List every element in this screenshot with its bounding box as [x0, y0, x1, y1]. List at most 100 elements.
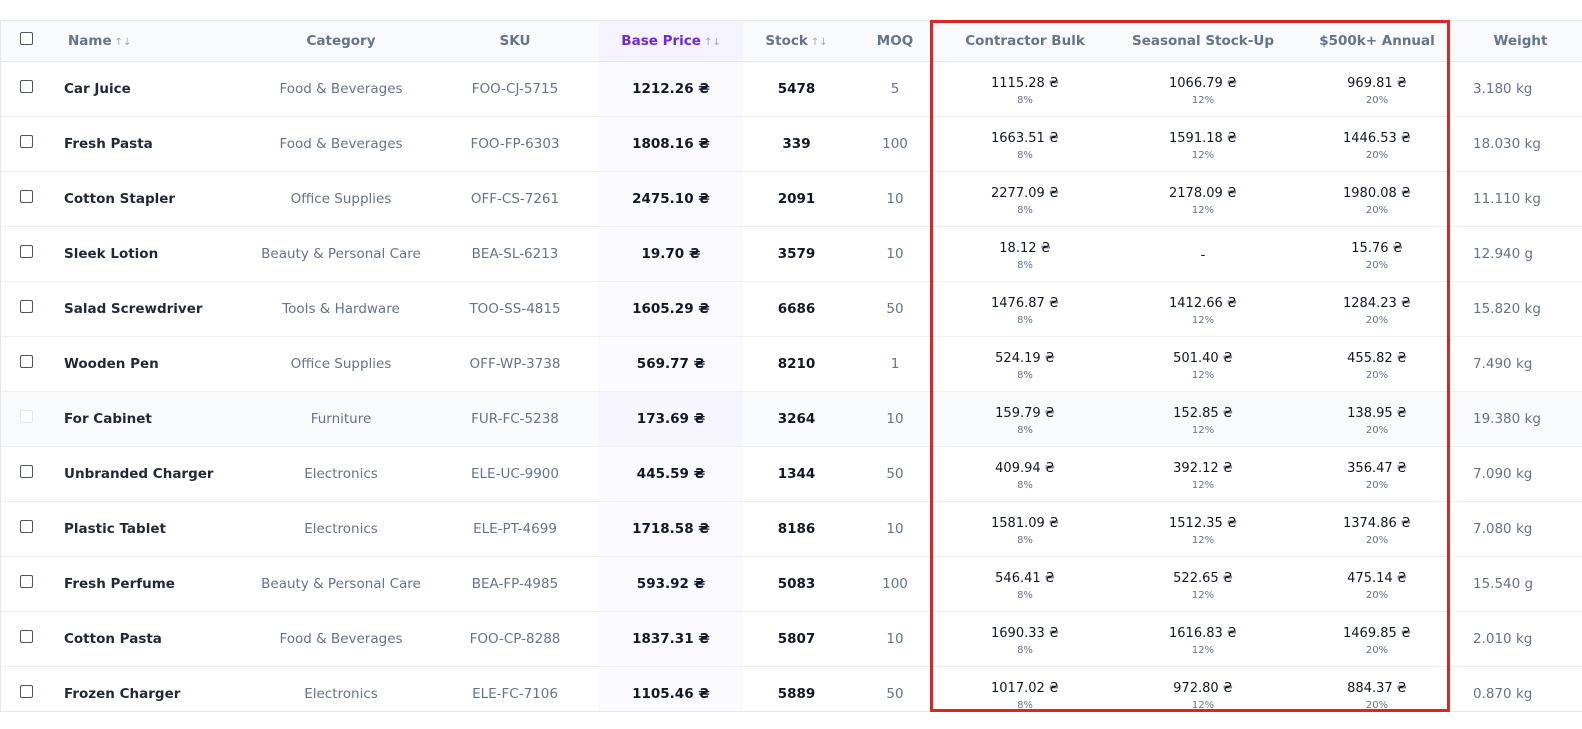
contractor-bulk-discount: 8%	[1017, 205, 1033, 216]
stock-column-header[interactable]: Stock ↑↓	[743, 21, 850, 62]
product-sku: BEA-FP-4985	[431, 556, 599, 612]
base-price: 1808.16 ₴	[599, 116, 743, 172]
row-checkbox[interactable]	[19, 134, 33, 148]
table-row[interactable]: Car Juice Food & Beverages FOO-CJ-5715 1212…	[1, 61, 1582, 117]
product-name: Unbranded Charger	[51, 446, 251, 502]
row-checkbox[interactable]	[19, 519, 33, 533]
stock-count: 5478	[743, 61, 850, 117]
moq-header-label: MOQ	[876, 33, 914, 49]
contractor-bulk-discount: 8%	[1017, 370, 1033, 381]
product-sku: TOO-SS-4815	[431, 281, 599, 337]
base-price-column-header[interactable]: Base Price ↑↓	[599, 21, 743, 62]
seasonal-stock-up-price: 1591.18 ₴	[1169, 131, 1237, 146]
row-checkbox[interactable]	[19, 189, 33, 203]
base-price: 569.77 ₴	[599, 336, 743, 392]
table-row[interactable]: Frozen Charger Electronics ELE-FC-7106 1105…	[1, 666, 1582, 711]
annual-500k-price: 969.81 ₴	[1347, 76, 1407, 91]
contractor-bulk-price: 18.12 ₴	[999, 241, 1051, 256]
product-weight: 7.490 kg	[1458, 336, 1582, 392]
product-weight: 7.080 kg	[1458, 501, 1582, 557]
row-checkbox[interactable]	[19, 629, 33, 643]
seasonal-stock-up-cell: 972.80 ₴ 12%	[1110, 666, 1296, 711]
row-checkbox[interactable]	[19, 354, 33, 368]
stock-count: 8186	[743, 501, 850, 557]
table-row[interactable]: Sleek Lotion Beauty & Personal Care BEA-SL…	[1, 226, 1582, 282]
contractor-bulk-price: 1690.33 ₴	[991, 626, 1059, 641]
annual-500k-price: 455.82 ₴	[1347, 351, 1407, 366]
product-name: Fresh Perfume	[51, 556, 251, 612]
seasonal-stock-up-cell: 1066.79 ₴ 12%	[1110, 61, 1296, 117]
weight-header-label: Weight	[1493, 33, 1548, 49]
annual-500k-price: 1284.23 ₴	[1343, 296, 1411, 311]
product-name: Cotton Pasta	[51, 611, 251, 667]
product-category: Beauty & Personal Care	[251, 556, 431, 612]
row-checkbox[interactable]	[19, 574, 33, 588]
stock-count: 6686	[743, 281, 850, 337]
sort-icon[interactable]: ↑↓	[811, 37, 828, 48]
seasonal-stock-up-price: 501.40 ₴	[1173, 351, 1233, 366]
seasonal-stock-up-discount: 12%	[1191, 425, 1215, 436]
name-header-label: Name	[68, 33, 112, 49]
seasonal-stock-up-price: 1412.66 ₴	[1169, 296, 1237, 311]
row-checkbox[interactable]	[19, 299, 33, 313]
select-all-checkbox[interactable]	[19, 31, 33, 45]
seasonal-stock-up-price: 522.65 ₴	[1173, 571, 1233, 586]
contractor-bulk-discount: 8%	[1017, 590, 1033, 601]
contractor-bulk-header-label: Contractor Bulk	[965, 33, 1085, 49]
seasonal-stock-up-cell: 2178.09 ₴ 12%	[1110, 171, 1296, 227]
table-row[interactable]: Wooden Pen Office Supplies OFF-WP-3738 569.…	[1, 336, 1582, 392]
row-checkbox[interactable]	[19, 684, 33, 698]
name-column-header[interactable]: Name ↑↓	[51, 21, 251, 62]
table-row[interactable]: Cotton Pasta Food & Beverages FOO-CP-8288 1…	[1, 611, 1582, 667]
table-row[interactable]: Unbranded Charger Electronics ELE-UC-9900 4…	[1, 446, 1582, 502]
sort-icon[interactable]: ↑↓	[704, 37, 721, 48]
annual-500k-cell: 138.95 ₴ 20%	[1296, 391, 1458, 447]
annual-500k-discount: 20%	[1365, 425, 1389, 436]
seasonal-stock-up-price: 2178.09 ₴	[1169, 186, 1237, 201]
contractor-bulk-cell: 1476.87 ₴ 8%	[940, 281, 1110, 337]
table-row[interactable]: Fresh Perfume Beauty & Personal Care BEA-F…	[1, 556, 1582, 612]
annual-500k-price: 15.76 ₴	[1351, 241, 1403, 256]
product-category: Food & Beverages	[251, 61, 431, 117]
annual-500k-cell: 884.37 ₴ 20%	[1296, 666, 1458, 711]
product-category: Electronics	[251, 666, 431, 711]
moq-value: 1	[850, 336, 940, 392]
annual-500k-discount: 20%	[1365, 480, 1389, 491]
seasonal-stock-up-price: 1616.83 ₴	[1169, 626, 1237, 641]
annual-500k-cell: 1446.53 ₴ 20%	[1296, 116, 1458, 172]
row-checkbox[interactable]	[19, 409, 33, 423]
row-select-cell	[1, 501, 51, 557]
moq-value: 50	[850, 281, 940, 337]
contractor-bulk-discount: 8%	[1017, 260, 1033, 271]
product-sku: FOO-CP-8288	[431, 611, 599, 667]
product-weight: 18.030 kg	[1458, 116, 1582, 172]
row-checkbox[interactable]	[19, 244, 33, 258]
product-sku: FUR-FC-5238	[431, 391, 599, 447]
table-row[interactable]: Salad Screwdriver Tools & Hardware TOO-SS-…	[1, 281, 1582, 337]
product-category: Electronics	[251, 501, 431, 557]
contractor-bulk-price: 1017.02 ₴	[991, 681, 1059, 696]
annual-500k-discount: 20%	[1365, 150, 1389, 161]
seasonal-stock-up-discount: 12%	[1191, 645, 1215, 656]
row-select-cell	[1, 666, 51, 711]
product-sku: ELE-UC-9900	[431, 446, 599, 502]
seasonal-stock-up-price: 392.12 ₴	[1173, 461, 1233, 476]
table-header: Name ↑↓ Category SKU Base Price ↑↓ Stock ↑↓…	[1, 21, 1582, 62]
moq-value: 50	[850, 666, 940, 711]
sort-icon[interactable]: ↑↓	[115, 37, 132, 48]
table-row[interactable]: Plastic Tablet Electronics ELE-PT-4699 1718…	[1, 501, 1582, 557]
product-category: Beauty & Personal Care	[251, 226, 431, 282]
row-select-cell	[1, 281, 51, 337]
table-row[interactable]: For Cabinet Furniture FUR-FC-5238 173.69 ₴ 3…	[1, 391, 1582, 447]
contractor-bulk-discount: 8%	[1017, 315, 1033, 326]
contractor-bulk-cell: 2277.09 ₴ 8%	[940, 171, 1110, 227]
annual-500k-price: 138.95 ₴	[1347, 406, 1407, 421]
table-row[interactable]: Fresh Pasta Food & Beverages FOO-FP-6303 18…	[1, 116, 1582, 172]
products-table: Name ↑↓ Category SKU Base Price ↑↓ Stock ↑↓…	[1, 21, 1582, 711]
row-checkbox[interactable]	[19, 79, 33, 93]
annual-500k-cell: 1469.85 ₴ 20%	[1296, 611, 1458, 667]
table-row[interactable]: Cotton Stapler Office Supplies OFF-CS-7261…	[1, 171, 1582, 227]
seasonal-stock-up-discount: 12%	[1191, 315, 1215, 326]
row-checkbox[interactable]	[19, 464, 33, 478]
contractor-bulk-cell: 1115.28 ₴ 8%	[940, 61, 1110, 117]
